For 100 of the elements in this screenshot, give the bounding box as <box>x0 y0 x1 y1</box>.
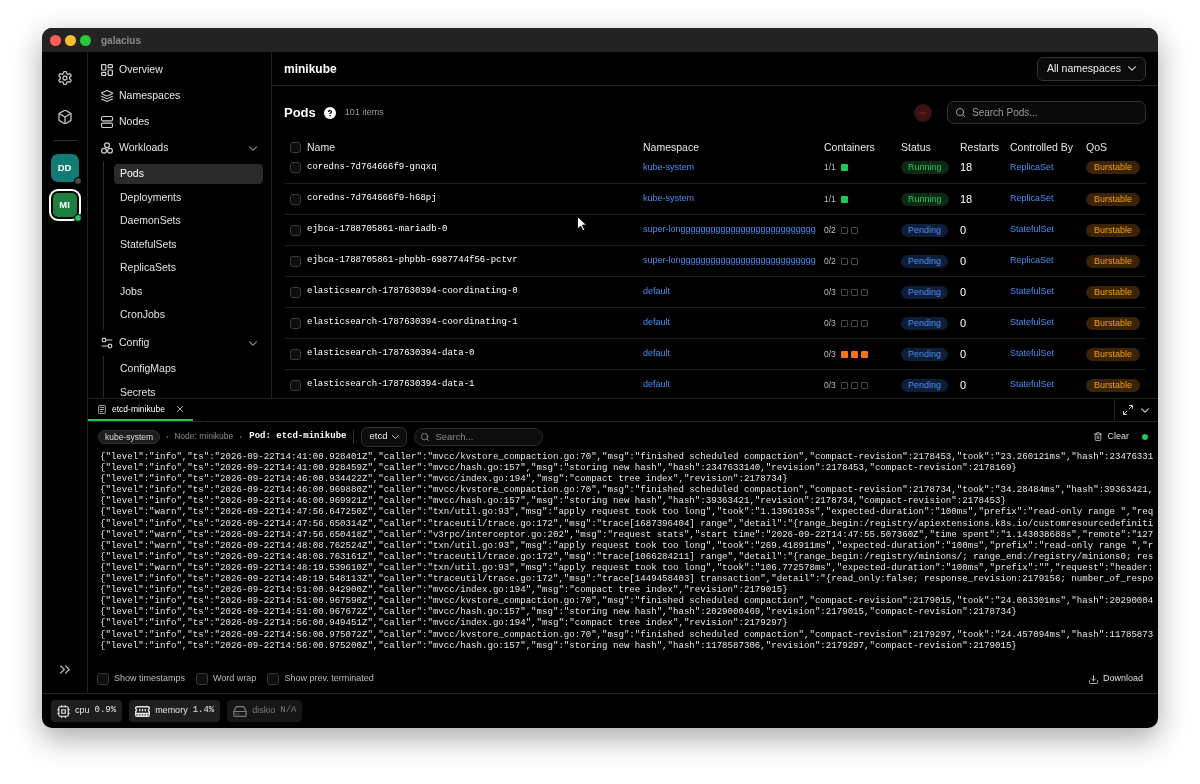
controller-link[interactable]: StatefulSet <box>1010 285 1055 299</box>
nav-item[interactable]: Pods <box>114 164 263 184</box>
zoom-window-button[interactable] <box>80 34 91 46</box>
nav-item[interactable]: Overview <box>96 57 263 83</box>
pod-name: elasticsearch-1787630394-coordinating-0 <box>307 285 518 299</box>
option-checkbox[interactable] <box>196 673 209 685</box>
minimize-window-button[interactable] <box>65 34 76 46</box>
ready-count: 1/1 <box>824 192 836 206</box>
row-checkbox[interactable] <box>290 379 301 391</box>
option-checkbox[interactable] <box>97 673 109 685</box>
row-checkbox[interactable] <box>290 286 301 298</box>
namespace-dropdown[interactable]: All namespaces <box>1037 56 1146 81</box>
ready-count: 0/3 <box>824 347 836 361</box>
controller-link[interactable]: ReplicaSet <box>1010 192 1054 206</box>
controller-link[interactable]: StatefulSet <box>1010 316 1055 330</box>
nav-item[interactable]: DaemonSets <box>114 211 263 231</box>
namespace-link[interactable]: default <box>643 285 671 299</box>
cluster-avatar[interactable]: DD <box>50 154 79 182</box>
pod-name: ejbca-1788705861-mariadb-0 <box>307 223 448 237</box>
restart-count: 0 <box>960 346 967 362</box>
row-checkbox[interactable] <box>290 255 301 267</box>
metric-value: N/A <box>280 704 297 718</box>
log-tab[interactable]: etcd-minikube <box>88 399 193 421</box>
log-line: {"level":"info","ts":"2026-09-22T14:46:00.969880Z","caller":"mvcc/kvstore_compaction.go:70","msg":"finished scheduled compaction","compact-revision":2178734,"took":"34.28484ms","hash":39363421, <box>100 484 1154 496</box>
log-line: {"level":"info","ts":"2026-09-22T14:48:08.763161Z","caller":"traceutil/trace.go:172","msg":"trace[1066284211] range","detail":"{range_begin:/registry/minions/; range_end:/registry/minions0; res <box>100 550 1154 562</box>
cube-icon[interactable] <box>57 110 72 124</box>
layers-icon <box>101 90 113 102</box>
namespace-link[interactable]: default <box>643 347 671 361</box>
status-badge: Pending <box>901 316 949 330</box>
log-line: {"level":"info","ts":"2026-09-22T14:51:00.967590Z","caller":"mvcc/kvstore_compaction.go:70","msg":"finished scheduled compaction","compact-revision":2179015,"took":"24.003301ms","hash":20290004 <box>100 595 1154 607</box>
pod-name: coredns-7d764666f9-gnqxq <box>307 160 437 174</box>
row-checkbox[interactable] <box>290 224 301 236</box>
nav-item[interactable]: StatefulSets <box>114 234 263 255</box>
log-line: {"level":"info","ts":"2026-09-22T14:41:00.928401Z","caller":"mvcc/kvstore_compaction.go:70","msg":"finished scheduled compaction","compact-revision":2178453,"took":"23.260121ms","hash":23476331 <box>100 451 1154 463</box>
cluster-avatar[interactable]: MI <box>48 189 81 221</box>
row-checkbox[interactable] <box>290 193 301 205</box>
window-title: galacius <box>101 33 142 48</box>
maximize-icon[interactable] <box>1123 405 1133 415</box>
log-line: {"level":"info","ts":"2026-09-22T14:56:00.975072Z","caller":"mvcc/kvstore_compaction.go:70","msg":"finished scheduled compaction","compact-revision":2179297,"took":"24.457094ms","hash":11785873 <box>100 628 1154 640</box>
controller-link[interactable]: StatefulSet <box>1010 223 1055 237</box>
nav-item[interactable]: Jobs <box>114 281 263 302</box>
container-status-icon <box>840 164 848 171</box>
namespace-link[interactable]: default <box>643 316 671 330</box>
row-checkbox[interactable] <box>290 162 301 173</box>
restart-count: 0 <box>960 253 967 269</box>
option-checkbox[interactable] <box>267 673 280 685</box>
nav-item[interactable]: ConfigMaps <box>114 359 263 379</box>
container-select[interactable]: etcd <box>361 426 408 447</box>
restart-count: 18 <box>960 191 973 207</box>
metric-label: diskio <box>252 704 276 718</box>
clear-button[interactable]: Clear <box>1094 429 1129 444</box>
search-field[interactable]: Search Pods... <box>947 101 1146 124</box>
controller-link[interactable]: StatefulSet <box>1010 378 1055 392</box>
controller-link[interactable]: ReplicaSet <box>1010 160 1054 175</box>
nav-item[interactable]: Namespaces <box>96 83 263 109</box>
status-badge: Pending <box>901 347 949 361</box>
restart-count: 0 <box>960 315 967 331</box>
nav-item[interactable]: CronJobs <box>114 305 263 325</box>
restart-count: 0 <box>960 284 967 300</box>
controller-link[interactable]: ReplicaSet <box>1010 254 1054 268</box>
log-line: {"level":"info","ts":"2026-09-22T14:48:19.548113Z","caller":"traceutil/trace.go:172","msg":"trace[1449458403] transaction","detail":"{read_only:false; response_revision:2179156; number_of_respo <box>100 573 1154 585</box>
namespace-link[interactable]: super-longgggggggggggggggggggggggggg <box>643 254 816 268</box>
download-button[interactable]: Download <box>1088 672 1149 686</box>
pod-name: elasticsearch-1787630394-data-1 <box>307 378 475 392</box>
sliders-icon <box>101 337 113 349</box>
close-icon[interactable] <box>177 406 183 412</box>
nav-item[interactable]: Config <box>96 330 263 356</box>
memory-icon <box>135 705 151 717</box>
nav-item[interactable]: Nodes <box>96 109 263 135</box>
log-line: {"level":"warn","ts":"2026-09-22T14:48:19.539610Z","caller":"txn/util.go:93","msg":"apply request took too long","took":"106.772578ms","expected-duration":"100ms","prefix":"","request":"header: <box>100 561 1154 574</box>
ready-count: 0/2 <box>824 223 836 237</box>
nav-item[interactable]: Secrets <box>114 382 263 398</box>
trash-icon <box>1094 432 1103 441</box>
namespace-link[interactable]: kube-system <box>643 160 695 175</box>
status-badge: Running <box>901 161 949 174</box>
controller-link[interactable]: StatefulSet <box>1010 347 1055 361</box>
log-line: {"level":"warn","ts":"2026-09-22T14:47:56.647250Z","caller":"txn/util.go:93","msg":"apply request took too long","took":"1.1396103s","expected-duration":"100ms","prefix":"read-only range ","req <box>100 506 1154 518</box>
namespace-link[interactable]: super-longgggggggggggggggggggggggggg <box>643 223 816 237</box>
help-icon[interactable] <box>323 106 336 119</box>
search-icon <box>421 432 430 441</box>
restart-count: 18 <box>960 160 973 176</box>
row-checkbox[interactable] <box>290 348 301 360</box>
nav-item[interactable]: Workloads <box>96 135 263 161</box>
select-all-checkbox[interactable] <box>290 142 301 153</box>
namespace-link[interactable]: kube-system <box>643 192 695 206</box>
log-line: {"level":"info","ts":"2026-09-22T14:46:00.969921Z","caller":"mvcc/hash.go:157","msg":"storing new hash","hash":39363421,"revision":2178734,"compact-revision":2178453} <box>100 495 1006 507</box>
close-window-button[interactable] <box>50 34 61 46</box>
namespace-link[interactable]: default <box>643 378 671 392</box>
dashboard-icon <box>101 64 113 76</box>
row-checkbox[interactable] <box>290 317 301 329</box>
expand-sidebar-icon[interactable] <box>59 665 70 674</box>
nav-item[interactable]: ReplicaSets <box>114 258 263 278</box>
chevron-down-icon[interactable] <box>1141 407 1149 413</box>
column-header: Restarts <box>960 139 1000 155</box>
settings-icon[interactable] <box>57 71 72 85</box>
metric-label: cpu <box>75 704 90 718</box>
log-search-field[interactable]: Search... <box>414 427 544 446</box>
nav-item[interactable]: Deployments <box>114 187 263 208</box>
log-line: {"level":"info","ts":"2026-09-22T14:56:00.975200Z","caller":"mvcc/hash.go:157","msg":"storing new hash","hash":1178587306,"revision":2179297,"compact-revision":2179015} <box>100 639 1017 651</box>
metric-value: 0.9% <box>94 704 117 718</box>
